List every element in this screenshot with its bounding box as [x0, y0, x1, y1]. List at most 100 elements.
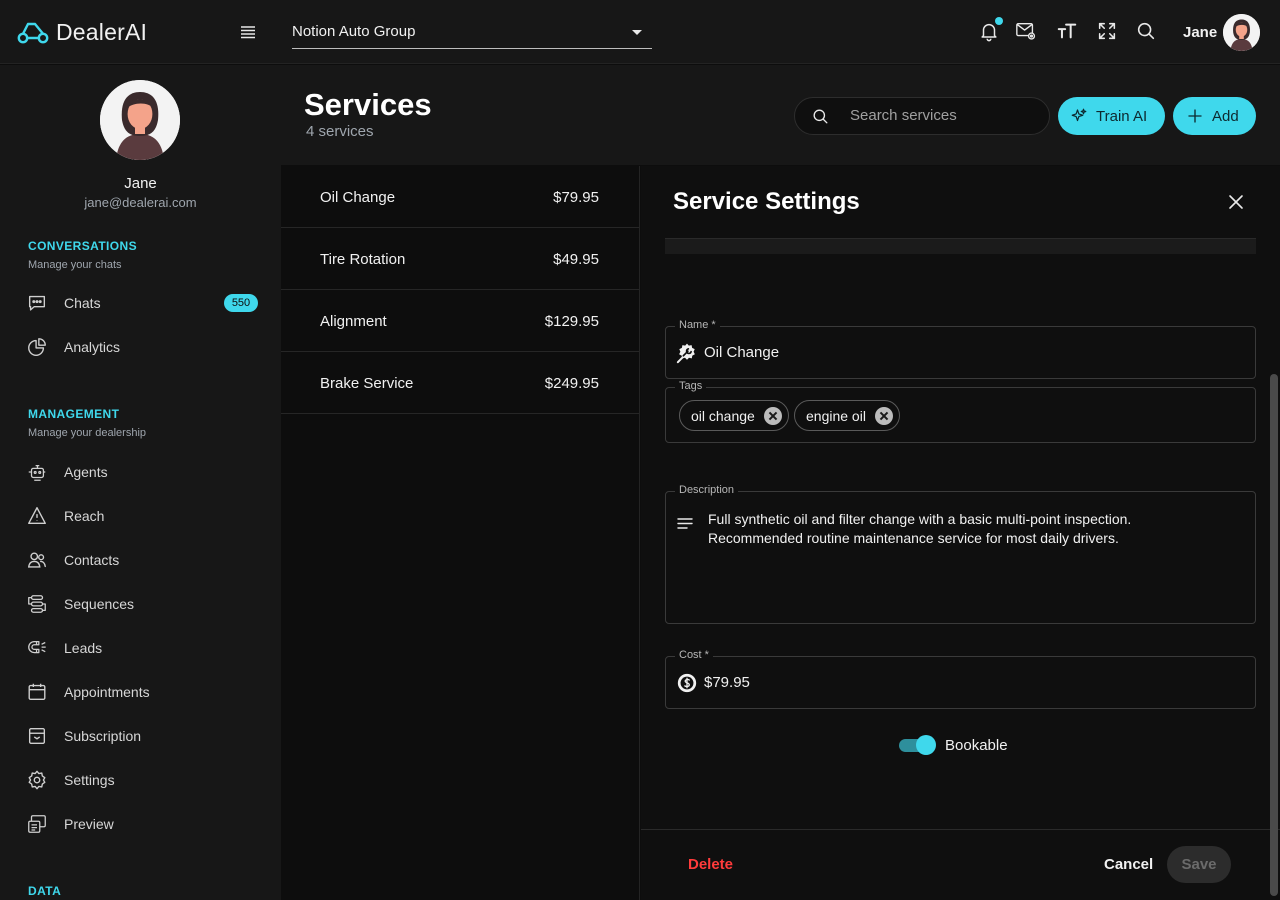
sidebar-item-subscription[interactable]: Subscription	[26, 721, 258, 751]
delete-button[interactable]: Delete	[688, 856, 733, 873]
wrench-gear-icon	[676, 343, 695, 364]
sidebar-item-label: Subscription	[64, 728, 142, 744]
pie-chart-icon	[28, 338, 46, 356]
panel-divider	[665, 238, 1256, 254]
sidebar-item-preview[interactable]: Preview	[26, 809, 258, 839]
avatar[interactable]	[1223, 14, 1260, 51]
sidebar-avatar[interactable]	[100, 80, 180, 160]
add-label: Add	[1212, 107, 1239, 125]
tags-field[interactable]: Tags oil change engine oil	[665, 380, 1256, 443]
subscription-icon	[28, 727, 46, 745]
sidebar: Jane jane@dealerai.com CONVERSATIONS Man…	[0, 65, 281, 900]
panel-scrollbar[interactable]	[1270, 374, 1278, 896]
sidebar-item-reach[interactable]: Reach	[26, 501, 258, 531]
sidebar-item-label: Analytics	[64, 339, 121, 355]
name-input[interactable]: Oil Change	[704, 344, 779, 361]
list-item[interactable]: Brake Service $249.95	[281, 352, 639, 414]
panel-footer: Delete Cancel Save	[641, 829, 1280, 900]
cost-field-label: Cost *	[675, 649, 713, 661]
sidebar-user-name: Jane	[124, 175, 157, 192]
train-ai-button[interactable]: Train AI	[1058, 97, 1165, 135]
sidebar-item-label: Chats	[64, 295, 101, 311]
sidebar-item-label: Sequences	[64, 596, 135, 612]
gear-icon	[28, 770, 46, 790]
chat-icon	[28, 295, 46, 311]
hamburger-menu-icon[interactable]	[238, 22, 258, 42]
name-field[interactable]: Name * Oil Change	[665, 319, 1256, 379]
service-name: Brake Service	[320, 375, 414, 392]
tag-chip-label: oil change	[691, 407, 755, 424]
sidebar-item-chats[interactable]: Chats 550	[26, 288, 258, 318]
avatar-image	[1223, 14, 1260, 51]
sidebar-item-appointments[interactable]: Appointments	[26, 677, 258, 707]
sidebar-item-label: Appointments	[64, 684, 150, 700]
tag-chip[interactable]: engine oil	[794, 400, 900, 431]
mail-settings-icon[interactable]	[1015, 20, 1037, 42]
service-settings-panel: Service Settings Name * Oil Change Tags …	[641, 166, 1280, 900]
organization-select[interactable]: Notion Auto Group	[292, 18, 652, 49]
chevron-down-icon	[632, 30, 642, 35]
search-icon[interactable]	[1135, 20, 1157, 42]
sidebar-item-label: Contacts	[64, 552, 120, 568]
service-name: Tire Rotation	[320, 251, 406, 268]
toggle-knob	[916, 735, 936, 755]
plus-icon	[1188, 109, 1202, 123]
chats-count-badge: 550	[224, 294, 258, 312]
remove-tag-icon[interactable]	[874, 406, 893, 425]
list-item[interactable]: Oil Change $79.95	[281, 166, 639, 228]
bookable-toggle[interactable]	[899, 735, 937, 755]
tag-chip[interactable]: oil change	[679, 400, 789, 431]
dollar-coin-icon	[677, 673, 697, 693]
remove-tag-icon[interactable]	[763, 406, 782, 425]
organization-select-value: Notion Auto Group	[292, 23, 416, 40]
tag-chip-label: engine oil	[806, 407, 866, 424]
top-bar: DealerAI Notion Auto Group Jane	[0, 0, 1280, 64]
sidebar-item-sequences[interactable]: Sequences	[26, 589, 258, 619]
service-price: $49.95	[553, 251, 599, 268]
list-item[interactable]: Tire Rotation $49.95	[281, 228, 639, 290]
search-services-field[interactable]	[794, 97, 1050, 135]
reach-icon	[28, 507, 46, 525]
font-size-icon[interactable]	[1056, 20, 1078, 42]
sidebar-item-contacts[interactable]: Contacts	[26, 545, 258, 575]
text-align-icon	[677, 518, 693, 529]
search-icon	[813, 109, 828, 124]
description-textarea[interactable]: Full synthetic oil and filter change wit…	[708, 510, 1228, 548]
description-field-label: Description	[675, 484, 739, 496]
section-title-data: DATA	[28, 884, 62, 898]
service-name: Oil Change	[320, 189, 396, 206]
sidebar-item-agents[interactable]: Agents	[26, 457, 258, 487]
sidebar-item-label: Leads	[64, 640, 103, 656]
name-field-label: Name *	[675, 319, 720, 331]
save-button[interactable]: Save	[1167, 846, 1231, 883]
sidebar-item-label: Reach	[64, 508, 105, 524]
sidebar-item-leads[interactable]: Leads	[26, 633, 258, 663]
services-list: Oil Change $79.95 Tire Rotation $49.95 A…	[281, 166, 640, 900]
cost-field[interactable]: Cost * $79.95	[665, 649, 1256, 709]
add-service-button[interactable]: Add	[1173, 97, 1256, 135]
preview-icon	[28, 815, 46, 833]
close-icon[interactable]	[1227, 193, 1245, 211]
sidebar-item-label: Settings	[64, 772, 115, 788]
description-field[interactable]: Description Full synthetic oil and filte…	[665, 484, 1256, 624]
sidebar-item-settings[interactable]: Settings	[26, 765, 258, 795]
services-count: 4 services	[306, 123, 374, 140]
fullscreen-icon[interactable]	[1096, 20, 1118, 42]
tags-field-label: Tags	[675, 380, 707, 392]
avatar-image	[100, 80, 180, 160]
cancel-button[interactable]: Cancel	[1104, 856, 1153, 873]
panel-title: Service Settings	[673, 188, 860, 215]
magnet-icon	[28, 640, 46, 654]
cost-input[interactable]: $79.95	[704, 674, 750, 691]
sequences-icon	[28, 595, 46, 613]
list-item[interactable]: Alignment $129.95	[281, 290, 639, 352]
notification-dot	[995, 17, 1003, 25]
app-logo[interactable]: DealerAI	[16, 18, 147, 46]
service-price: $249.95	[544, 375, 599, 392]
top-user-name[interactable]: Jane	[1183, 24, 1217, 41]
sidebar-user-email: jane@dealerai.com	[84, 195, 197, 210]
logo-icon	[17, 22, 49, 44]
search-services-input[interactable]	[850, 107, 1040, 124]
agents-icon	[28, 464, 46, 481]
sidebar-item-analytics[interactable]: Analytics	[26, 332, 258, 362]
